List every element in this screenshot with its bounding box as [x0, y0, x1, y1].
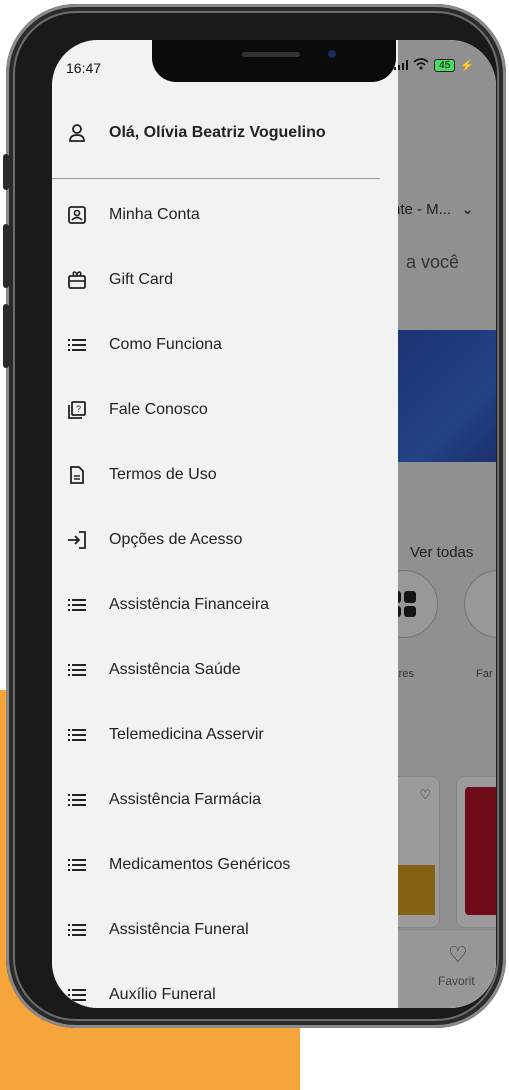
mute-switch: [3, 154, 9, 190]
phone-notch: [152, 40, 396, 82]
help-chat-icon: ?: [66, 399, 88, 421]
volume-down-button: [3, 304, 9, 368]
navigation-drawer: Olá, Olívia Beatriz Voguelino Minha Cont…: [52, 40, 398, 1008]
list-icon: [66, 984, 88, 1006]
list-icon: [66, 594, 88, 616]
menu-item-assistencia-financeira[interactable]: Assistência Financeira: [66, 590, 269, 620]
user-icon: [66, 122, 88, 144]
menu-item-label: Assistência Farmácia: [109, 791, 262, 808]
drawer-header: Olá, Olívia Beatriz Voguelino: [66, 122, 326, 144]
signal-icon: [394, 58, 409, 73]
menu-item-label: Termos de Uso: [109, 466, 217, 483]
menu-item-label: Assistência Financeira: [109, 596, 270, 613]
phone-frame: nte - M... ⌄ a você Ver todas ulares Far…: [3, 4, 506, 1028]
list-icon: [66, 789, 88, 811]
menu-item-label: Gift Card: [109, 271, 174, 288]
login-icon: [66, 529, 88, 551]
status-icons: 45 ⚡: [394, 58, 474, 73]
list-icon: [66, 659, 88, 681]
list-icon: [66, 854, 88, 876]
charging-icon: ⚡: [460, 60, 474, 72]
front-camera: [328, 50, 336, 58]
drawer-divider: [52, 178, 380, 179]
greeting-text: Olá, Olívia Beatriz Voguelino: [109, 124, 326, 141]
menu-item-label: Assistência Funeral: [109, 921, 249, 938]
menu-item-minha-conta[interactable]: Minha Conta: [66, 200, 200, 230]
menu-item-label: Assistência Saúde: [109, 661, 241, 678]
menu-item-assistencia-saude[interactable]: Assistência Saúde: [66, 655, 241, 685]
status-time: 16:47: [66, 60, 102, 76]
gift-card-icon: [66, 269, 88, 291]
menu-item-opcoes-de-acesso[interactable]: Opções de Acesso: [66, 525, 242, 555]
menu-item-label: Minha Conta: [109, 206, 200, 223]
menu-item-gift-card[interactable]: Gift Card: [66, 265, 173, 295]
menu-item-fale-conosco[interactable]: ? Fale Conosco: [66, 395, 208, 425]
menu-item-label: Medicamentos Genéricos: [109, 856, 291, 873]
list-icon: [66, 919, 88, 941]
battery-indicator: 45: [434, 59, 456, 72]
menu-item-auxilio-funeral[interactable]: Auxílio Funeral: [66, 980, 216, 1008]
menu-item-medicamentos-genericos[interactable]: Medicamentos Genéricos: [66, 850, 290, 880]
menu-item-label: Telemedicina Asservir: [109, 726, 264, 743]
list-icon: [66, 334, 88, 356]
menu-item-assistencia-farmacia[interactable]: Assistência Farmácia: [66, 785, 261, 815]
menu-item-label: Opções de Acesso: [109, 531, 243, 548]
menu-item-telemedicina-asservir[interactable]: Telemedicina Asservir: [66, 720, 264, 750]
svg-text:?: ?: [76, 404, 81, 414]
menu-item-label: Como Funciona: [109, 336, 222, 353]
speaker-grille: [242, 52, 300, 57]
menu-item-label: Auxílio Funeral: [109, 986, 216, 1003]
menu-item-assistencia-funeral[interactable]: Assistência Funeral: [66, 915, 249, 945]
document-icon: [66, 464, 88, 486]
wifi-icon: [413, 58, 429, 73]
volume-up-button: [3, 224, 9, 288]
phone-screen: nte - M... ⌄ a você Ver todas ulares Far…: [52, 40, 496, 1008]
menu-item-termos-de-uso[interactable]: Termos de Uso: [66, 460, 217, 490]
menu-item-label: Fale Conosco: [109, 401, 208, 418]
account-card-icon: [66, 204, 88, 226]
list-icon: [66, 724, 88, 746]
menu-item-como-funciona[interactable]: Como Funciona: [66, 330, 222, 360]
